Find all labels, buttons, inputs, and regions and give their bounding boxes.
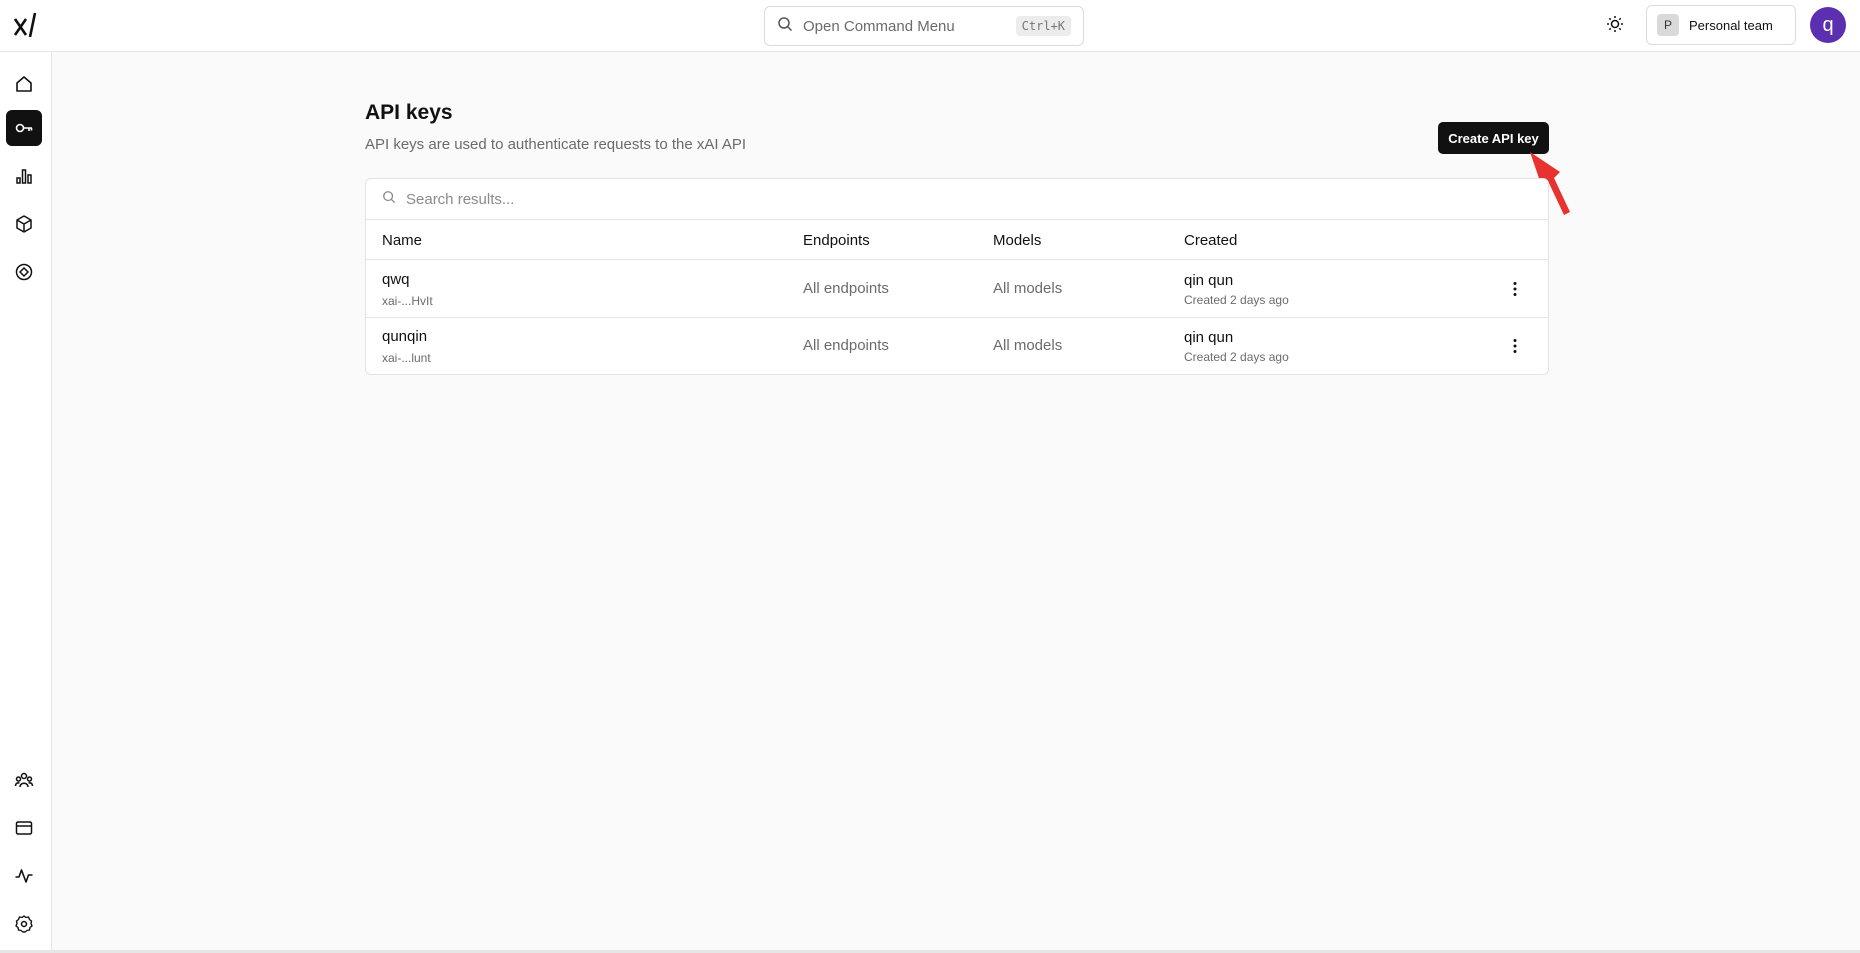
sidebar-item-models[interactable]	[6, 206, 42, 242]
table-header: Name Endpoints Models Created	[366, 220, 1548, 260]
sun-icon	[1606, 15, 1624, 38]
key-name: qunqin	[382, 328, 428, 345]
sidebar-item-usage[interactable]	[6, 158, 42, 194]
more-vertical-icon	[1513, 339, 1517, 353]
column-header-created: Created	[1184, 232, 1238, 249]
top-bar: Open Command Menu Ctrl+K P Personal team…	[0, 0, 1860, 52]
key-preview: xai-...HvIt	[382, 294, 433, 308]
row-actions-button[interactable]	[1502, 276, 1528, 302]
xai-logo-icon[interactable]	[12, 10, 40, 40]
table-row[interactable]: qwq xai-...HvIt All endpoints All models…	[366, 261, 1548, 318]
key-icon	[15, 123, 33, 133]
sidebar-item-billing[interactable]	[6, 810, 42, 846]
search-icon	[382, 190, 396, 209]
api-keys-table: Name Endpoints Models Created qwq xai-..…	[365, 178, 1549, 375]
key-preview: xai-...lunt	[382, 351, 431, 365]
more-vertical-icon	[1513, 282, 1517, 296]
billing-icon	[15, 821, 33, 835]
command-menu-button[interactable]: Open Command Menu Ctrl+K	[764, 6, 1084, 46]
team-avatar: P	[1657, 14, 1679, 36]
sidebar-item-explore[interactable]	[6, 254, 42, 290]
compass-icon	[15, 263, 33, 281]
theme-toggle-button[interactable]	[1601, 12, 1629, 40]
column-header-endpoints: Endpoints	[803, 232, 870, 249]
page-title: API keys	[365, 101, 453, 124]
search-icon	[777, 16, 793, 37]
sidebar-item-activity[interactable]	[6, 858, 42, 894]
sidebar	[0, 52, 52, 953]
user-avatar[interactable]: q	[1810, 7, 1846, 43]
key-created-date: Created 2 days ago	[1184, 293, 1289, 307]
bar-chart-icon	[16, 169, 32, 184]
cube-icon	[16, 215, 32, 233]
key-models: All models	[993, 337, 1063, 354]
key-creator: qin qun	[1184, 329, 1234, 346]
key-name: qwq	[382, 271, 410, 288]
table-row[interactable]: qunqin xai-...lunt All endpoints All mod…	[366, 318, 1548, 374]
row-actions-button[interactable]	[1502, 333, 1528, 359]
activity-icon	[15, 869, 33, 883]
search-input[interactable]	[406, 190, 1006, 208]
column-header-models: Models	[993, 232, 1042, 249]
keyboard-shortcut: Ctrl+K	[1015, 16, 1071, 36]
key-endpoints: All endpoints	[803, 280, 889, 297]
page-subtitle: API keys are used to authenticate reques…	[365, 136, 747, 153]
key-models: All models	[993, 280, 1063, 297]
key-created-date: Created 2 days ago	[1184, 350, 1289, 364]
command-menu-label: Open Command Menu	[803, 17, 955, 35]
sidebar-item-api-keys[interactable]	[6, 110, 42, 146]
team-icon	[14, 772, 34, 788]
team-name: Personal team	[1689, 17, 1773, 33]
sidebar-item-settings[interactable]	[6, 906, 42, 942]
column-header-name: Name	[382, 232, 423, 249]
key-creator: qin qun	[1184, 272, 1234, 289]
table-search	[366, 179, 1548, 220]
key-endpoints: All endpoints	[803, 337, 889, 354]
settings-icon	[15, 915, 33, 933]
home-icon	[16, 76, 32, 92]
team-switcher[interactable]: P Personal team	[1646, 5, 1796, 45]
sidebar-item-team[interactable]	[6, 762, 42, 798]
sidebar-item-home[interactable]	[6, 66, 42, 102]
